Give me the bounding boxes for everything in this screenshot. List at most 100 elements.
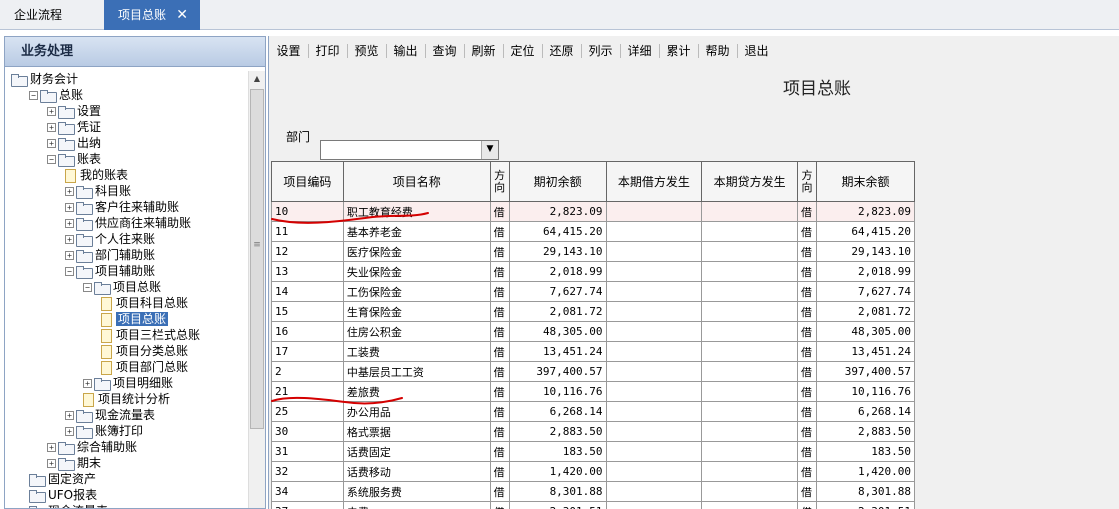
tree-item[interactable]: + 项目明细账 [83,375,173,391]
tree-item[interactable]: + 现金流量表 [65,407,155,423]
table-row[interactable]: 30 格式票据借 2,883.50 借 2,883.50 [271,421,915,442]
tree-item[interactable]: + 部门辅助账 [65,247,155,263]
tree-scrollbar[interactable]: ▲ ≡ [248,71,265,508]
toolbar-button[interactable]: 打印 [308,40,347,62]
dropdown-arrow-icon[interactable]: ▼ [481,141,498,159]
expand-icon[interactable]: + [65,187,74,196]
business-panel: 业务处理 财务会计 − 总账 + 设置 + 凭证 + 出纳 − 账表 我的账表 + 科目账 + 客户往来辅助账… [4,36,266,509]
collapse-icon[interactable]: − [47,155,56,164]
scroll-up-icon[interactable]: ▲ [249,71,265,87]
expand-icon[interactable]: + [65,251,74,260]
tree-item[interactable]: 项目三栏式总账 [101,327,200,343]
tree-item[interactable]: 项目部门总账 [101,359,188,375]
column-header[interactable]: 方向 [797,161,817,202]
expand-icon[interactable]: + [65,203,74,212]
expand-icon[interactable]: + [47,459,56,468]
folder-icon [11,74,28,87]
table-row[interactable]: 25 办公用品借 6,268.14 借 6,268.14 [271,401,915,422]
tree-item[interactable]: − 项目总账 [83,279,161,295]
expand-icon[interactable]: + [47,123,56,132]
tree-item[interactable]: 财务会计 [11,71,78,87]
column-header[interactable]: 方向 [489,161,510,202]
tab-project-ledger[interactable]: 项目总账 ✕ [104,0,200,30]
expand-icon[interactable]: + [65,235,74,244]
table-row[interactable]: 14 工伤保险金借 7,627.74 借 7,627.74 [271,281,915,302]
tree-item[interactable]: UFO报表 [29,487,97,503]
tree-item[interactable]: + 综合辅助账 [47,439,137,455]
tree-item[interactable]: + 设置 [47,103,101,119]
column-header[interactable]: 项目编码 [271,161,344,202]
dept-select[interactable]: ▼ [320,140,499,160]
tree-item[interactable]: + 个人往来账 [65,231,155,247]
expand-icon[interactable]: + [65,427,74,436]
table-row[interactable]: 37电费借2,301.51借2,301.51 [271,501,915,509]
table-row[interactable]: 12 医疗保险金借 29,143.10 借 29,143.10 [271,241,915,262]
toolbar-button[interactable]: 查询 [425,40,464,62]
toolbar-button[interactable]: 设置 [269,40,308,62]
collapse-icon[interactable]: − [65,267,74,276]
toolbar-button[interactable]: 退出 [737,40,776,62]
folder-icon [58,106,75,119]
tree-item[interactable]: + 期末 [47,455,101,471]
tree-item[interactable]: − 总账 [29,87,83,103]
toolbar-button[interactable]: 输出 [386,40,425,62]
table-row[interactable]: 31 话费固定借 183.50 借 183.50 [271,441,915,462]
tree-item-label: 出纳 [77,136,102,150]
toolbar-button[interactable]: 还原 [542,40,581,62]
tree-item[interactable]: + 科目账 [65,183,131,199]
tree-item[interactable]: 我的账表 [65,167,128,183]
table-row[interactable]: 13 失业保险金借 2,018.99 借 2,018.99 [271,261,915,282]
toolbar-button[interactable]: 列示 [581,40,620,62]
column-header[interactable]: 期末余额 [816,161,915,202]
table-row[interactable]: 34 系统服务费借 8,301.88 借 8,301.88 [271,481,915,502]
toolbar-button[interactable]: 预览 [347,40,386,62]
table-row[interactable]: 32 话费移动借 1,420.00 借 1,420.00 [271,461,915,482]
toolbar-button[interactable]: 定位 [503,40,542,62]
tree-item[interactable]: 项目分类总账 [101,343,188,359]
tab-enterprise-flow[interactable]: 企业流程 [0,0,104,30]
expand-icon[interactable]: + [47,139,56,148]
table-row[interactable]: 15 生育保险金借 2,081.72 借 2,081.72 [271,301,915,322]
column-header[interactable]: 项目名称 [342,161,491,202]
expand-icon[interactable]: + [83,379,92,388]
tree-item[interactable]: 固定资产 [29,471,96,487]
toolbar-button[interactable]: 帮助 [698,40,737,62]
expand-icon[interactable]: + [65,411,74,420]
column-header[interactable]: 期初余额 [508,161,607,202]
tree-item[interactable]: 项目统计分析 [83,391,170,407]
tree-item[interactable]: + 供应商往来辅助账 [65,215,191,231]
table-row[interactable]: 17 工装费借 13,451.24 借 13,451.24 [271,341,915,362]
toolbar-button[interactable]: 累计 [659,40,698,62]
collapse-icon[interactable]: − [83,283,92,292]
tree-item[interactable]: + 账簿打印 [65,423,143,439]
table-cell: 30 [271,421,344,442]
toolbar-button[interactable]: 刷新 [464,40,503,62]
tree-item[interactable]: + 凭证 [47,119,101,135]
table-row[interactable]: 10 职工教育经费借 2,823.09 借 2,823.09 [271,201,915,222]
table-row[interactable]: 21 差旅费借 10,116.76 借 10,116.76 [271,381,915,402]
tree-item[interactable]: + 客户往来辅助账 [65,199,179,215]
table-cell: 21 [271,381,344,402]
expand-icon[interactable]: + [47,443,56,452]
expand-icon[interactable]: + [47,107,56,116]
table-cell: 借 [489,441,510,462]
tree-item[interactable]: + 出纳 [47,135,101,151]
collapse-icon[interactable]: − [29,91,38,100]
tree-item[interactable]: 项目总账 [101,311,169,327]
column-header[interactable]: 本期贷方发生 [701,161,799,202]
toolbar-button[interactable]: 详细 [620,40,659,62]
table-row[interactable]: 16 住房公积金借 48,305.00 借 48,305.00 [271,321,915,342]
table-row[interactable]: 11 基本养老金借 64,415.20 借 64,415.20 [271,221,915,242]
table-cell: 借 [797,301,817,322]
tree-item[interactable]: − 账表 [47,151,101,167]
table-row[interactable]: 2 中基层员工工资借 397,400.57 借 397,400.57 [271,361,915,382]
table-cell: 差旅费 [342,381,491,402]
table-cell: 11 [271,221,344,242]
tree-item[interactable]: − 项目辅助账 [65,263,155,279]
tree-item[interactable]: 项目科目总账 [101,295,188,311]
close-icon[interactable]: ✕ [176,0,188,30]
column-header[interactable]: 本期借方发生 [605,161,703,202]
scroll-thumb[interactable]: ≡ [250,89,264,429]
tree-item[interactable]: 现金流量表 [29,503,108,508]
expand-icon[interactable]: + [65,219,74,228]
